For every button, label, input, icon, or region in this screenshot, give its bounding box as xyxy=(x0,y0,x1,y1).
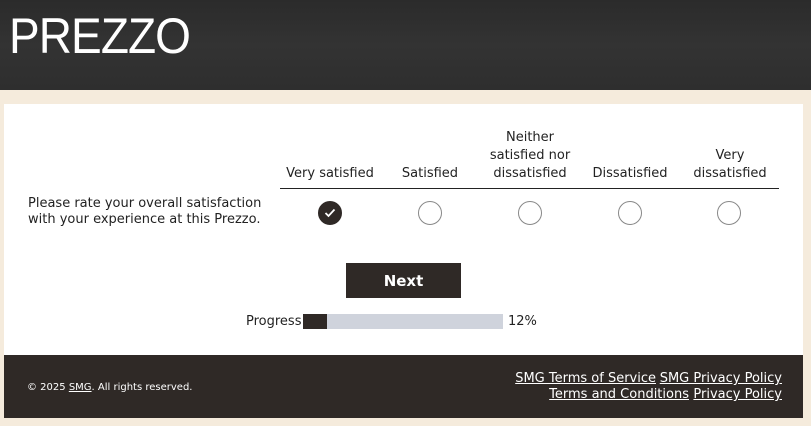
question-text: Please rate your overall satisfaction wi… xyxy=(28,196,262,227)
radio-very-satisfied[interactable] xyxy=(318,201,342,225)
smg-terms-of-service-link[interactable]: SMG Terms of Service xyxy=(515,371,656,387)
header-divider xyxy=(280,188,779,189)
site-header: PREZZO xyxy=(0,0,811,90)
radio-satisfied[interactable] xyxy=(418,201,442,225)
survey-card: Very satisfied Satisfied Neither satisfi… xyxy=(4,104,803,355)
progress-percent: 12% xyxy=(508,314,537,329)
radio-very-dissatisfied[interactable] xyxy=(717,201,741,225)
site-footer: © 2025 SMG. All rights reserved. SMG Pri… xyxy=(4,355,803,418)
prezzo-logo: PREZZO xyxy=(9,8,191,64)
terms-and-conditions-link[interactable]: Terms and Conditions xyxy=(549,387,689,403)
progress-label: Progress xyxy=(246,314,302,329)
smg-privacy-policy-link[interactable]: SMG Privacy Policy xyxy=(660,371,782,387)
privacy-policy-link[interactable]: Privacy Policy xyxy=(693,387,782,403)
checkmark-icon xyxy=(324,208,336,218)
progress-bar-fill xyxy=(303,314,327,329)
next-button[interactable]: Next xyxy=(346,263,461,298)
copyright-company: SMG xyxy=(68,382,92,393)
radio-dissatisfied[interactable] xyxy=(618,201,642,225)
progress-bar xyxy=(303,314,503,329)
radio-neither[interactable] xyxy=(518,201,542,225)
copyright-text: © 2025 SMG. All rights reserved. xyxy=(27,382,193,393)
